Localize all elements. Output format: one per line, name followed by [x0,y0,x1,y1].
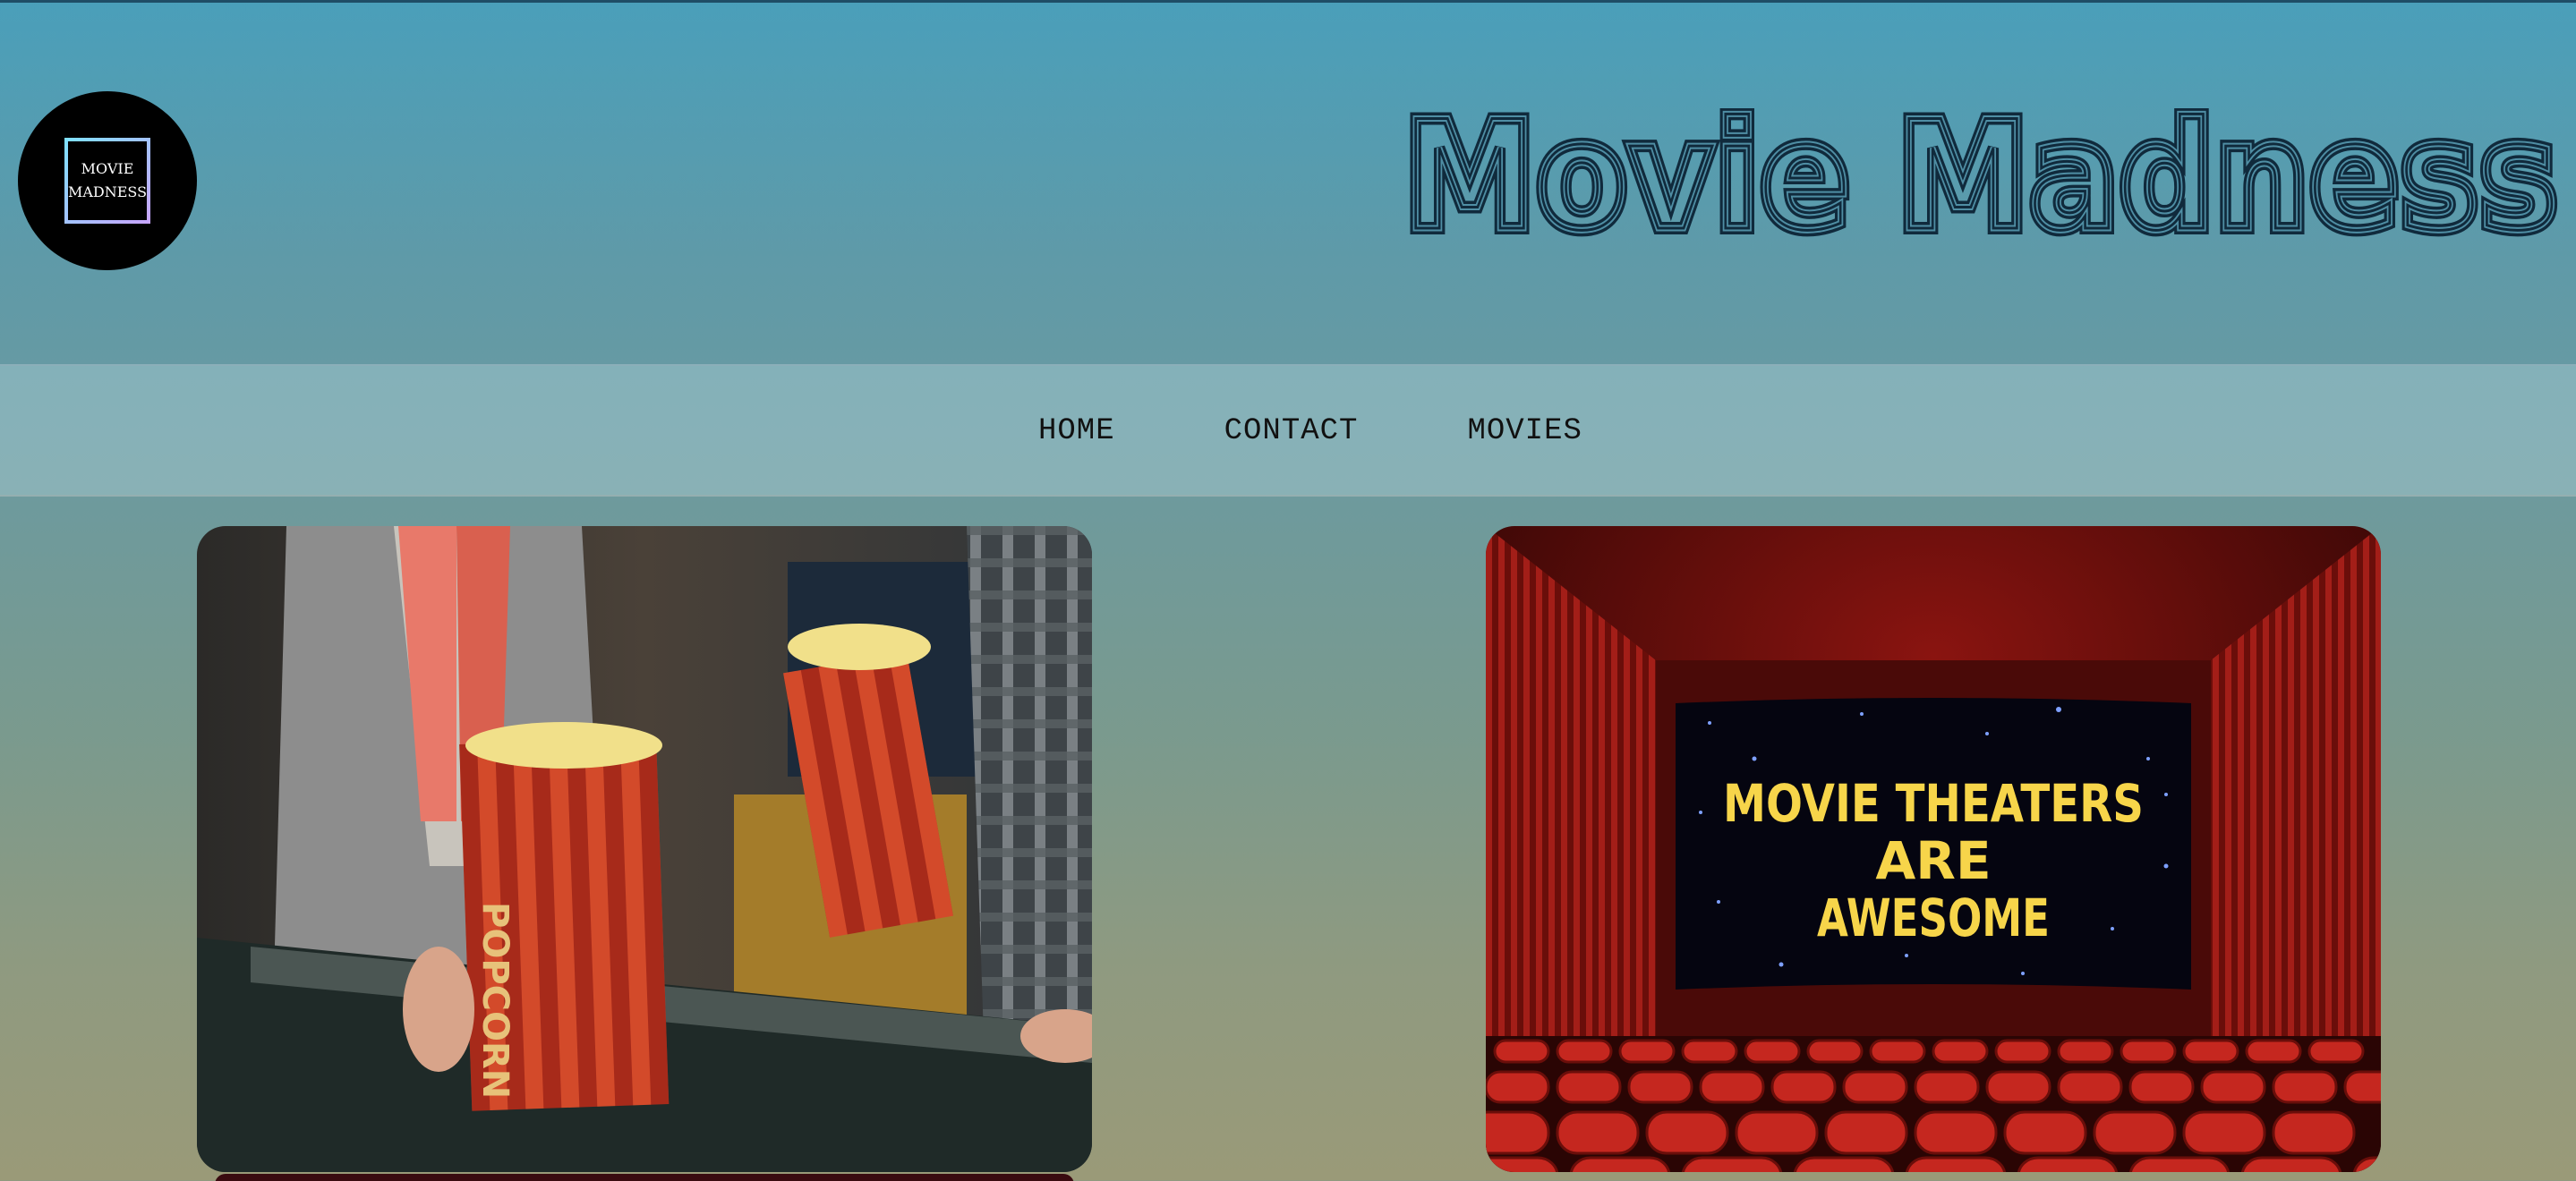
screen-text-line-2: ARE [1875,830,1991,891]
theater-photo: MOVIE THEATERS ARE AWESOME [1486,526,2381,1172]
main-navigation: HOME CONTACT MOVIES [0,364,2576,497]
next-card-peek [215,1174,1074,1181]
screen-text-line-3: AWESOME [1817,888,2050,948]
logo-line-1: MOVIE [81,160,134,177]
popcorn-photo: POPCORN [197,526,1092,1172]
site-title-text-inner-2: Movie Madness [1403,108,2558,251]
popcorn-bag-print: POPCORN [474,902,516,1099]
logo-frame: MOVIE MADNESS [64,138,150,224]
screen-text-line-1: MOVIE THEATERS [1723,773,2144,834]
nav-home-link[interactable]: HOME [1038,414,1115,448]
theater-image-card[interactable]: MOVIE THEATERS ARE AWESOME [1486,526,2381,1172]
popcorn-image-card[interactable]: POPCORN [197,526,1092,1172]
site-header: MOVIE MADNESS Movie Madness Movie Madnes… [0,3,2576,364]
nav-contact-link[interactable]: CONTACT [1224,414,1359,448]
site-logo[interactable]: MOVIE MADNESS [18,91,197,270]
logo-line-2: MADNESS [67,183,148,200]
site-title: Movie Madness Movie Madness Movie Madnes… [1403,108,2558,251]
nav-movies-link[interactable]: MOVIES [1467,414,1582,448]
